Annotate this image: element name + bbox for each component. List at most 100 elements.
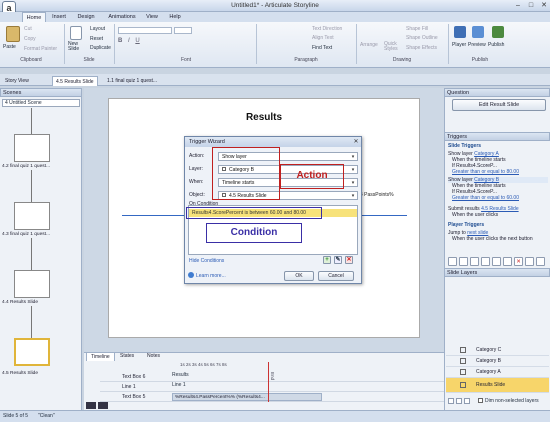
delete-trigger-icon[interactable]: ✕ bbox=[514, 257, 523, 266]
italic-icon[interactable]: I bbox=[128, 38, 130, 44]
slide-thumbnail[interactable] bbox=[14, 270, 50, 298]
results-layer-row[interactable]: Results bbox=[172, 372, 189, 378]
slide-pass-text[interactable]: 4 PassPoints% bbox=[360, 192, 394, 198]
edit-result-slide-button[interactable]: Edit Result Slide bbox=[452, 99, 546, 111]
new-trigger-icon[interactable] bbox=[448, 257, 457, 266]
help-icon bbox=[188, 272, 194, 278]
minimize-button[interactable]: – bbox=[512, 1, 524, 10]
font-family-select[interactable] bbox=[118, 27, 172, 34]
hide-conditions-link[interactable]: Hide Conditions bbox=[189, 258, 224, 264]
paste-button[interactable]: Paste bbox=[3, 44, 16, 50]
eye-icon[interactable] bbox=[460, 382, 466, 388]
timeline-ruler[interactable]: 1s 2s 3s 4s 5s 6s 7s 8s bbox=[180, 362, 444, 369]
duplicate-layer-icon[interactable] bbox=[456, 398, 462, 404]
tab-states[interactable]: States bbox=[116, 352, 138, 361]
slide-thumbnail[interactable] bbox=[14, 134, 50, 162]
slide-thumbnail-selected[interactable] bbox=[14, 338, 50, 366]
bold-icon[interactable]: B bbox=[118, 38, 122, 44]
shape-effects-button[interactable]: Shape Effects bbox=[406, 45, 437, 51]
tab-timeline[interactable]: Timeline bbox=[86, 352, 115, 361]
dialog-close-icon[interactable]: ✕ bbox=[352, 138, 360, 146]
chevron-down-icon[interactable]: ▾ bbox=[350, 193, 356, 199]
scene-connector bbox=[31, 108, 32, 134]
slide-thumbnail[interactable] bbox=[14, 202, 50, 230]
stop-button[interactable] bbox=[98, 402, 108, 409]
chevron-down-icon[interactable]: ▾ bbox=[350, 180, 356, 186]
maximize-button[interactable]: □ bbox=[525, 1, 537, 10]
shape-outline-button[interactable]: Shape Outline bbox=[406, 35, 438, 41]
trigger-1-condition-link[interactable]: Greater than or equal to 80.00 bbox=[452, 169, 519, 175]
new-layer-icon[interactable] bbox=[448, 398, 454, 404]
triggers-header: Triggers bbox=[444, 132, 550, 141]
duplicate-button[interactable]: Duplicate bbox=[90, 45, 111, 51]
ribbon-separator bbox=[114, 24, 115, 64]
play-button[interactable] bbox=[86, 402, 96, 409]
tab-design[interactable]: Design bbox=[74, 12, 98, 22]
align-text-button[interactable]: Align Text bbox=[312, 35, 334, 41]
layer-row[interactable]: Category A bbox=[446, 367, 549, 378]
tab-view[interactable]: View bbox=[142, 12, 162, 22]
font-size-select[interactable] bbox=[174, 27, 192, 34]
tab-notes[interactable]: Notes bbox=[143, 352, 164, 361]
when-label: When: bbox=[189, 179, 204, 185]
quick-styles-button[interactable]: Quick Styles bbox=[384, 42, 402, 52]
timeline-row[interactable]: Text Box 5 %Results4.PassPercent%% (%Resu… bbox=[100, 392, 444, 402]
cut-button[interactable]: Cut bbox=[24, 26, 32, 32]
timeline-bar[interactable]: %Results4.PassPercent%% (%Results4... bbox=[172, 393, 322, 401]
publish-button[interactable]: Publish bbox=[488, 42, 504, 48]
tab-insert[interactable]: Insert bbox=[48, 12, 70, 22]
copy-button[interactable]: Copy bbox=[24, 36, 36, 42]
timeline-row-name: Line 1 bbox=[122, 384, 136, 390]
chevron-down-icon[interactable]: ▾ bbox=[350, 167, 356, 173]
edit-trigger-icon[interactable] bbox=[459, 257, 468, 266]
edit-condition-icon[interactable]: ✎ bbox=[334, 256, 342, 264]
text-direction-button[interactable]: Text Direction bbox=[312, 26, 342, 32]
timeline-row[interactable]: Text Box 6 bbox=[100, 372, 444, 382]
cancel-button[interactable]: Cancel bbox=[318, 271, 354, 281]
reset-button[interactable]: Reset bbox=[90, 36, 103, 42]
eye-icon[interactable] bbox=[460, 369, 466, 375]
move-up-icon[interactable] bbox=[492, 257, 501, 266]
copy-trigger-icon[interactable] bbox=[470, 257, 479, 266]
timeline-row[interactable]: Line 1 bbox=[100, 382, 444, 392]
dim-checkbox[interactable] bbox=[478, 398, 483, 403]
player-button[interactable]: Player bbox=[452, 42, 466, 48]
expand-icon[interactable] bbox=[536, 257, 545, 266]
eye-icon[interactable] bbox=[460, 347, 466, 353]
tab-help[interactable]: Help bbox=[166, 12, 184, 22]
collapse-icon[interactable] bbox=[525, 257, 534, 266]
chevron-down-icon[interactable]: ▾ bbox=[350, 154, 356, 160]
layer-row[interactable]: Category C bbox=[446, 345, 549, 356]
underline-icon[interactable]: U bbox=[135, 38, 139, 44]
arrange-button[interactable]: Arrange bbox=[360, 42, 378, 48]
close-button[interactable]: ✕ bbox=[538, 1, 550, 10]
layer-row-selected[interactable]: Results Slide bbox=[446, 378, 549, 393]
tab-home[interactable]: Home bbox=[22, 12, 46, 22]
find-text-button[interactable]: Find Text bbox=[312, 45, 332, 51]
paste-trigger-icon[interactable] bbox=[481, 257, 490, 266]
format-painter-button[interactable]: Format Painter bbox=[24, 46, 57, 52]
trigger-2-condition-link[interactable]: Greater than or equal to 60.00 bbox=[452, 195, 519, 201]
delete-condition-icon[interactable]: ✕ bbox=[345, 256, 353, 264]
move-down-icon[interactable] bbox=[503, 257, 512, 266]
preview-button[interactable]: Preview bbox=[468, 42, 486, 48]
shape-fill-button[interactable]: Shape Fill bbox=[406, 26, 428, 32]
new-slide-button[interactable]: New Slide bbox=[68, 42, 86, 52]
layer-row[interactable]: Category B bbox=[446, 356, 549, 367]
tab-animations[interactable]: Animations bbox=[104, 12, 140, 22]
ok-button[interactable]: OK bbox=[284, 271, 314, 281]
eye-icon[interactable] bbox=[460, 358, 466, 364]
tab-final-quiz[interactable]: 1.1 final quiz 1 quest... bbox=[104, 76, 160, 86]
tab-story-view[interactable]: Story View bbox=[2, 76, 32, 86]
playhead[interactable] bbox=[268, 362, 269, 402]
action-callout-label: Action bbox=[296, 170, 328, 181]
slide-title[interactable]: Results bbox=[108, 112, 420, 123]
learn-more-link[interactable]: Learn more... bbox=[196, 273, 226, 279]
delete-layer-icon[interactable] bbox=[464, 398, 470, 404]
scene-select[interactable]: 4 Untitled Scene bbox=[2, 99, 80, 107]
tab-results-slide[interactable]: 4.5 Results Slide bbox=[52, 76, 98, 86]
font-format-buttons[interactable]: B I U bbox=[118, 38, 248, 46]
dialog-title: Trigger Wizard bbox=[185, 137, 361, 147]
layout-button[interactable]: Layout bbox=[90, 26, 105, 32]
add-condition-icon[interactable]: + bbox=[323, 256, 331, 264]
